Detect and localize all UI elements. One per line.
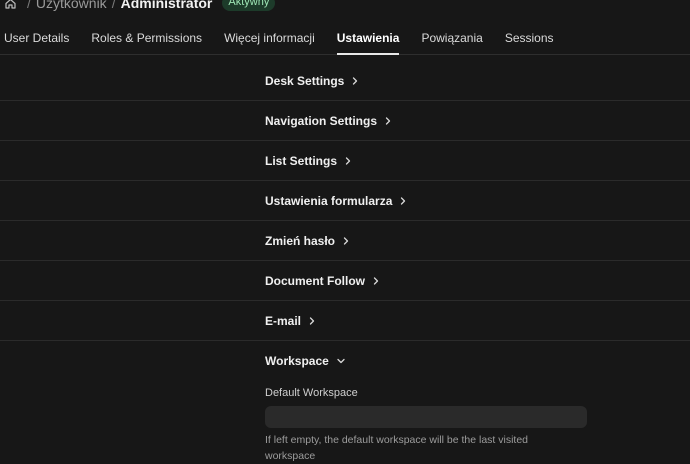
chevron-right-icon <box>308 316 316 326</box>
tab-sessions[interactable]: Sessions <box>494 22 565 54</box>
tab-connections[interactable]: Powiązania <box>410 22 493 54</box>
section-change-password[interactable]: Zmień hasło <box>0 221 690 261</box>
section-title: Ustawienia formularza <box>265 193 393 208</box>
chevron-down-icon <box>336 356 346 366</box>
chevron-right-icon <box>372 276 380 286</box>
breadcrumb: / Użytkownik / Administrator Aktywny <box>0 0 276 11</box>
page-title: Administrator <box>120 0 213 11</box>
chevron-right-icon <box>351 76 359 86</box>
breadcrumb-separator: / <box>111 0 116 11</box>
section-desk-settings[interactable]: Desk Settings <box>0 61 690 101</box>
tab-roles-permissions[interactable]: Roles & Permissions <box>80 22 213 54</box>
chevron-right-icon <box>384 116 392 126</box>
section-email[interactable]: E-mail <box>0 301 690 341</box>
chevron-right-icon <box>399 196 407 206</box>
default-workspace-help-text: If left empty, the default workspace wil… <box>265 434 529 462</box>
default-workspace-label: Default Workspace <box>265 387 358 399</box>
section-navigation-settings[interactable]: Navigation Settings <box>0 101 690 141</box>
section-form-settings[interactable]: Ustawienia formularza <box>0 181 690 221</box>
tab-settings[interactable]: Ustawienia <box>326 22 411 55</box>
tab-more-info[interactable]: Więcej informacji <box>213 22 326 54</box>
section-workspace[interactable]: Workspace <box>0 341 690 381</box>
home-icon[interactable] <box>4 0 17 10</box>
section-title: Workspace <box>265 354 329 368</box>
chevron-right-icon <box>344 156 352 166</box>
section-title: List Settings <box>265 153 338 168</box>
breadcrumb-item-user[interactable]: Użytkownik <box>36 0 107 11</box>
breadcrumb-separator: / <box>27 0 31 11</box>
default-workspace-input[interactable] <box>265 406 587 428</box>
tab-bar: User Details Roles & Permissions Więcej … <box>0 22 690 55</box>
section-title: Document Follow <box>265 273 365 288</box>
section-document-follow[interactable]: Document Follow <box>0 261 690 301</box>
page-header: / Użytkownik / Administrator Aktywny <box>0 0 690 22</box>
settings-sections: Desk Settings Navigation Settings List S… <box>0 61 690 381</box>
tab-user-details[interactable]: User Details <box>0 22 80 54</box>
status-badge: Aktywny <box>222 0 276 11</box>
section-title: Desk Settings <box>265 73 345 88</box>
section-title: E-mail <box>265 313 302 328</box>
section-title: Zmień hasło <box>265 233 336 248</box>
section-title: Navigation Settings <box>265 113 378 128</box>
section-list-settings[interactable]: List Settings <box>0 141 690 181</box>
chevron-right-icon <box>342 236 350 246</box>
